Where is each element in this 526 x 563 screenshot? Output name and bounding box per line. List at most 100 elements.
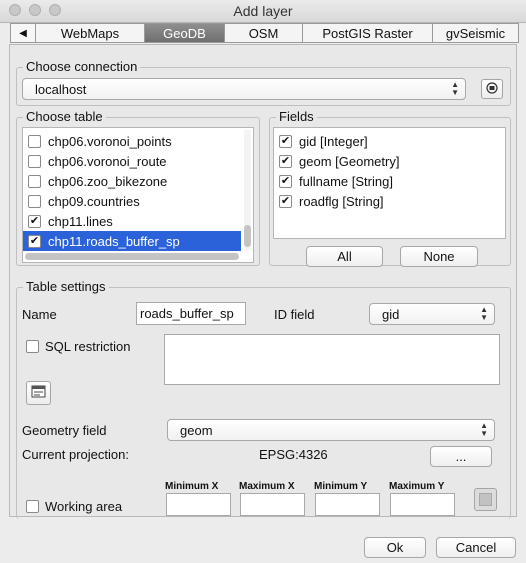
- table-list-item[interactable]: ✔ chp11.lines: [23, 211, 253, 231]
- field-label: fullname [String]: [299, 173, 393, 189]
- field-checkbox[interactable]: ✔: [279, 194, 292, 208]
- connection-select[interactable]: localhost ▲ ▼: [22, 78, 466, 100]
- field-checkbox[interactable]: ✔: [279, 154, 292, 168]
- sql-restriction-textarea[interactable]: [164, 334, 500, 385]
- sql-restriction-label: SQL restriction: [45, 339, 131, 354]
- sql-restriction-option[interactable]: SQL restriction: [26, 339, 131, 354]
- table-name-field[interactable]: roads_buffer_sp: [136, 302, 246, 325]
- ok-button[interactable]: Ok: [364, 537, 426, 558]
- table-checkbox[interactable]: [28, 134, 41, 148]
- table-settings-legend: Table settings: [23, 279, 109, 294]
- field-label: roadflg [String]: [299, 193, 384, 209]
- button-label: None: [423, 249, 455, 264]
- maximum-x-field[interactable]: [240, 493, 305, 516]
- table-label: chp06.voronoi_route: [48, 153, 167, 169]
- table-list-item[interactable]: chp06.voronoi_route: [23, 151, 253, 171]
- table-checkbox[interactable]: [28, 174, 41, 188]
- maximum-y-field[interactable]: [390, 493, 455, 516]
- working-area-checkbox[interactable]: [26, 500, 39, 513]
- tab-label: GeoDB: [163, 25, 206, 41]
- working-area-label: Working area: [45, 499, 123, 514]
- table-label: chp09.countries: [48, 193, 140, 209]
- change-projection-button[interactable]: ...: [430, 446, 492, 467]
- table-label: chp06.zoo_bikezone: [48, 173, 168, 189]
- geometry-field-value: geom: [180, 423, 213, 438]
- updown-icon: ▲ ▼: [451, 80, 459, 97]
- working-area-option[interactable]: Working area: [26, 499, 122, 514]
- field-item[interactable]: ✔ roadflg [String]: [274, 191, 505, 211]
- select-all-fields-button[interactable]: All: [306, 246, 383, 267]
- field-item[interactable]: ✔ fullname [String]: [274, 171, 505, 191]
- sql-editor-icon: [31, 384, 46, 402]
- vertical-scroll-thumb[interactable]: [244, 225, 251, 247]
- current-projection-value: EPSG:4326: [259, 447, 328, 462]
- maximum-x-label: Maximum X: [239, 481, 295, 492]
- field-label: gid [Integer]: [299, 133, 368, 149]
- tab-osm[interactable]: OSM: [225, 23, 303, 43]
- button-label: ...: [455, 449, 467, 464]
- table-checkbox[interactable]: [28, 194, 41, 208]
- table-list-item-selected[interactable]: ✔ chp11.roads_buffer_sp: [23, 231, 241, 251]
- minimum-x-label: Minimum X: [165, 481, 219, 492]
- title-bar: Add layer: [0, 0, 526, 23]
- tab-bar: ◀ WebMaps GeoDB OSM PostGIS Raster gvSei…: [10, 23, 519, 45]
- name-label: Name: [22, 307, 57, 322]
- minimum-x-field[interactable]: [166, 493, 231, 516]
- tab-postgis-raster[interactable]: PostGIS Raster: [303, 23, 433, 43]
- id-field-value: gid: [382, 307, 400, 322]
- tab-scroll-left-button[interactable]: ◀: [10, 23, 36, 43]
- connection-settings-button[interactable]: [481, 79, 503, 99]
- table-checkbox[interactable]: ✔: [28, 234, 41, 248]
- working-area-extent-button[interactable]: [474, 488, 497, 511]
- table-label: chp11.lines: [48, 213, 113, 229]
- table-list-item[interactable]: chp06.voronoi_points: [23, 131, 253, 151]
- horizontal-scroll-thumb[interactable]: [25, 253, 239, 260]
- table-checkbox[interactable]: [28, 154, 41, 168]
- table-checkbox[interactable]: ✔: [28, 214, 41, 228]
- tab-geodb[interactable]: GeoDB: [145, 23, 225, 43]
- sql-editor-button[interactable]: [26, 381, 51, 405]
- maximum-y-label: Maximum Y: [389, 481, 445, 492]
- minimum-y-field[interactable]: [315, 493, 380, 516]
- field-item[interactable]: ✔ gid [Integer]: [274, 131, 505, 151]
- cancel-button[interactable]: Cancel: [436, 537, 516, 558]
- id-field-select[interactable]: gid ▲ ▼: [369, 303, 495, 325]
- field-checkbox[interactable]: ✔: [279, 174, 292, 188]
- tab-gvseismic[interactable]: gvSeismic: [433, 23, 519, 43]
- field-item[interactable]: ✔ geom [Geometry]: [274, 151, 505, 171]
- tab-webmaps[interactable]: WebMaps: [36, 23, 145, 43]
- tab-label: OSM: [248, 25, 279, 41]
- table-list-item[interactable]: chp09.countries: [23, 191, 253, 211]
- updown-icon: ▲ ▼: [480, 421, 488, 438]
- table-settings-group: Table settings Name roads_buffer_sp ID f…: [16, 279, 511, 519]
- table-list[interactable]: chp06.voronoi_points chp06.voronoi_route…: [22, 127, 254, 263]
- minimum-y-label: Minimum Y: [314, 481, 368, 492]
- geometry-field-label: Geometry field: [22, 423, 107, 438]
- fields-list[interactable]: ✔ gid [Integer] ✔ geom [Geometry] ✔ full…: [273, 127, 506, 239]
- fields-legend: Fields: [276, 109, 317, 124]
- tab-label: gvSeismic: [445, 25, 506, 41]
- connection-value: localhost: [35, 82, 87, 97]
- field-checkbox[interactable]: ✔: [279, 134, 292, 148]
- left-arrow-icon: ◀: [19, 27, 27, 39]
- vertical-scrollbar[interactable]: [244, 130, 251, 250]
- select-none-fields-button[interactable]: None: [400, 246, 478, 267]
- table-list-item[interactable]: chp06.zoo_bikezone: [23, 171, 253, 191]
- window-title: Add layer: [233, 3, 293, 19]
- tab-label: WebMaps: [60, 25, 120, 41]
- choose-connection-group: Choose connection localhost ▲ ▼: [16, 59, 511, 106]
- choose-table-group: Choose table chp06.voronoi_points chp06.…: [16, 109, 260, 266]
- geometry-field-select[interactable]: geom ▲ ▼: [167, 419, 495, 441]
- table-label: chp06.voronoi_points: [48, 133, 172, 149]
- button-label: Cancel: [455, 540, 497, 555]
- geodb-panel: Choose connection localhost ▲ ▼ Choose ta…: [9, 44, 517, 519]
- tab-label: PostGIS Raster: [322, 25, 413, 41]
- button-label: All: [337, 249, 352, 264]
- table-label: chp11.roads_buffer_sp: [48, 233, 180, 249]
- field-label: geom [Geometry]: [299, 153, 400, 169]
- choose-connection-legend: Choose connection: [23, 59, 141, 74]
- id-field-label: ID field: [274, 307, 315, 322]
- fields-group: Fields ✔ gid [Integer] ✔ geom [Geometry]…: [269, 109, 511, 267]
- extent-icon: [479, 493, 492, 506]
- sql-restriction-checkbox[interactable]: [26, 340, 39, 353]
